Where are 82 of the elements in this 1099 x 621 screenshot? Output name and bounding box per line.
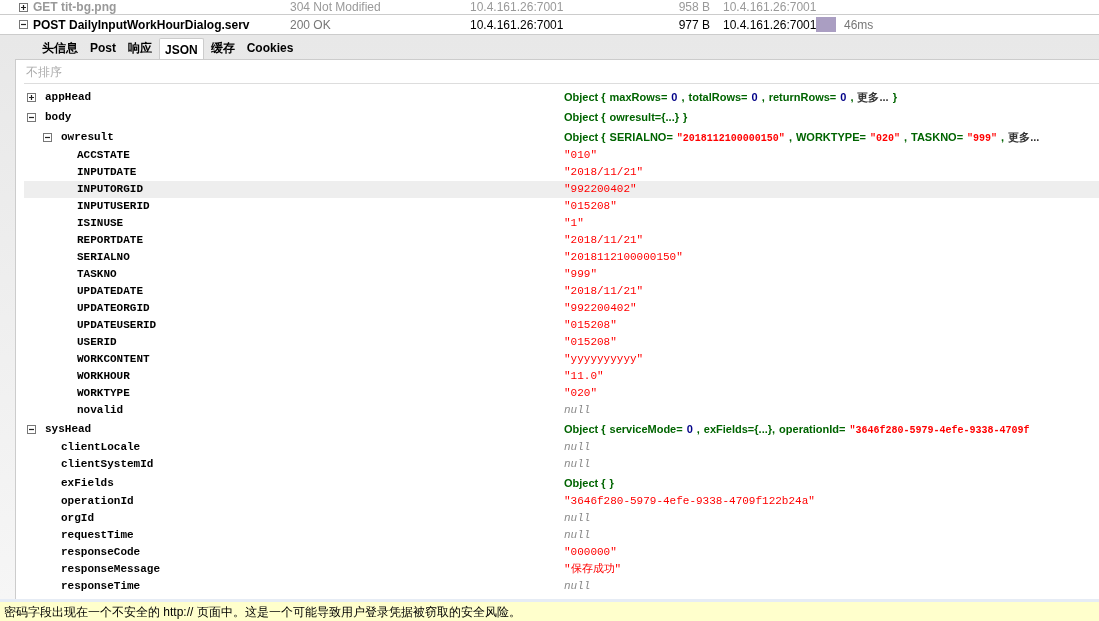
json-key[interactable]: owresult <box>61 128 114 146</box>
tab[interactable]: 响应 <box>123 37 157 59</box>
expand-icon[interactable] <box>27 92 36 102</box>
status-text: 200 OK <box>290 16 332 34</box>
json-key: responseCode <box>61 544 141 561</box>
json-key: UPDATEORGID <box>77 300 150 317</box>
json-key: operationId <box>61 493 134 510</box>
null-value: null <box>564 511 591 527</box>
size-text: 977 B <box>677 16 710 34</box>
string-value: "2018/11/21" <box>564 233 644 249</box>
json-key: exFields <box>61 474 114 492</box>
json-key[interactable]: body <box>45 108 72 126</box>
json-key: responseTime <box>61 578 141 595</box>
object-preview: Object { serviceMode= 0 , exFields={...}, operationId= "3646f280-5979-4efe-9338-4709f <box>564 421 1030 438</box>
json-key: TASKNO <box>77 266 117 283</box>
json-key: ACCSTATE <box>77 147 130 164</box>
object-preview: Object { SERIALNO= "2018112100000150" , WORKTYPE= "020" , TASKNO= "999" , 更多... <box>564 129 1040 146</box>
tab[interactable]: Cookies <box>241 37 299 59</box>
string-value: "992200402" <box>564 182 637 198</box>
string-value: "2018/11/21" <box>564 165 644 181</box>
object-preview: Object { owresult={...} } <box>564 109 688 125</box>
domain-text: 10.4.161.26:7001 <box>470 0 565 16</box>
json-key: INPUTUSERID <box>77 198 150 215</box>
json-key: WORKTYPE <box>77 385 130 402</box>
string-value: "015208" <box>564 199 617 215</box>
request-url[interactable]: POST DailyInputWorkHourDialog.serv <box>33 15 250 34</box>
string-value: "020" <box>564 386 597 402</box>
string-value: "11.0" <box>564 369 604 385</box>
string-value: "000000" <box>564 545 617 561</box>
null-value: null <box>564 403 591 419</box>
remote-ip-text: 10.4.161.26:7001 <box>723 16 816 34</box>
collapse-icon[interactable] <box>27 112 36 122</box>
collapse-icon[interactable] <box>43 132 52 142</box>
json-key: UPDATEDATE <box>77 283 143 300</box>
json-key: REPORTDATE <box>77 232 143 249</box>
json-key: INPUTDATE <box>77 164 137 181</box>
json-key: SERIALNO <box>77 249 130 266</box>
object-preview: Object { } <box>564 475 614 491</box>
json-key: clientSystemId <box>61 456 154 473</box>
collapse-icon[interactable] <box>27 424 36 434</box>
string-value: "999" <box>564 267 597 283</box>
null-value: null <box>564 579 591 595</box>
json-key: responseMessage <box>61 561 161 578</box>
domain-text: 10.4.161.26:7001 <box>470 16 565 34</box>
json-key: INPUTORGID <box>77 181 143 198</box>
collapse-icon[interactable] <box>19 20 28 29</box>
string-value: "1" <box>564 216 584 232</box>
tab[interactable]: 头信息 <box>37 37 83 59</box>
string-value: "保存成功" <box>564 562 622 578</box>
json-key[interactable]: sysHead <box>45 420 92 438</box>
json-key: requestTime <box>61 527 134 544</box>
string-value: "yyyyyyyyyy" <box>564 352 644 368</box>
json-key: WORKCONTENT <box>77 351 150 368</box>
json-key: ISINUSE <box>77 215 124 232</box>
null-value: null <box>564 457 591 473</box>
json-key: WORKHOUR <box>77 368 130 385</box>
status-text: 304 Not Modified <box>290 0 382 16</box>
string-value: "3646f280-5979-4efe-9338-4709f122b24a" <box>564 494 815 510</box>
expand-icon[interactable] <box>19 2 28 12</box>
null-value: null <box>564 528 591 544</box>
object-preview: Object { maxRows= 0 , totalRows= 0 , returnRows= 0 , 更多... } <box>564 89 897 105</box>
tab[interactable]: 缓存 <box>205 37 240 59</box>
string-value: "992200402" <box>564 301 637 317</box>
security-warning: 密码字段出现在一个不安全的 http:// 页面中。这是一个可能导致用户登录凭据被窃取的安全风险。 <box>0 599 1099 621</box>
null-value: null <box>564 440 591 456</box>
string-value: "015208" <box>564 335 617 351</box>
json-key: USERID <box>77 334 117 351</box>
json-key[interactable]: appHead <box>45 88 92 106</box>
tab[interactable]: Post <box>85 37 121 59</box>
timing-bar <box>816 17 836 32</box>
json-key: clientLocale <box>61 439 141 456</box>
string-value: "2018112100000150" <box>564 250 683 266</box>
remote-ip-text: 10.4.161.26:7001 <box>723 0 816 16</box>
json-key: UPDATEUSERID <box>77 317 157 334</box>
string-value: "015208" <box>564 318 617 334</box>
timing-text: 46ms <box>844 16 874 34</box>
string-value: "2018/11/21" <box>564 284 644 300</box>
tab[interactable]: JSON <box>159 38 204 60</box>
json-key: orgId <box>61 510 94 527</box>
string-value: "010" <box>564 148 597 164</box>
size-text: 958 B <box>677 0 710 16</box>
json-key: novalid <box>77 402 124 419</box>
